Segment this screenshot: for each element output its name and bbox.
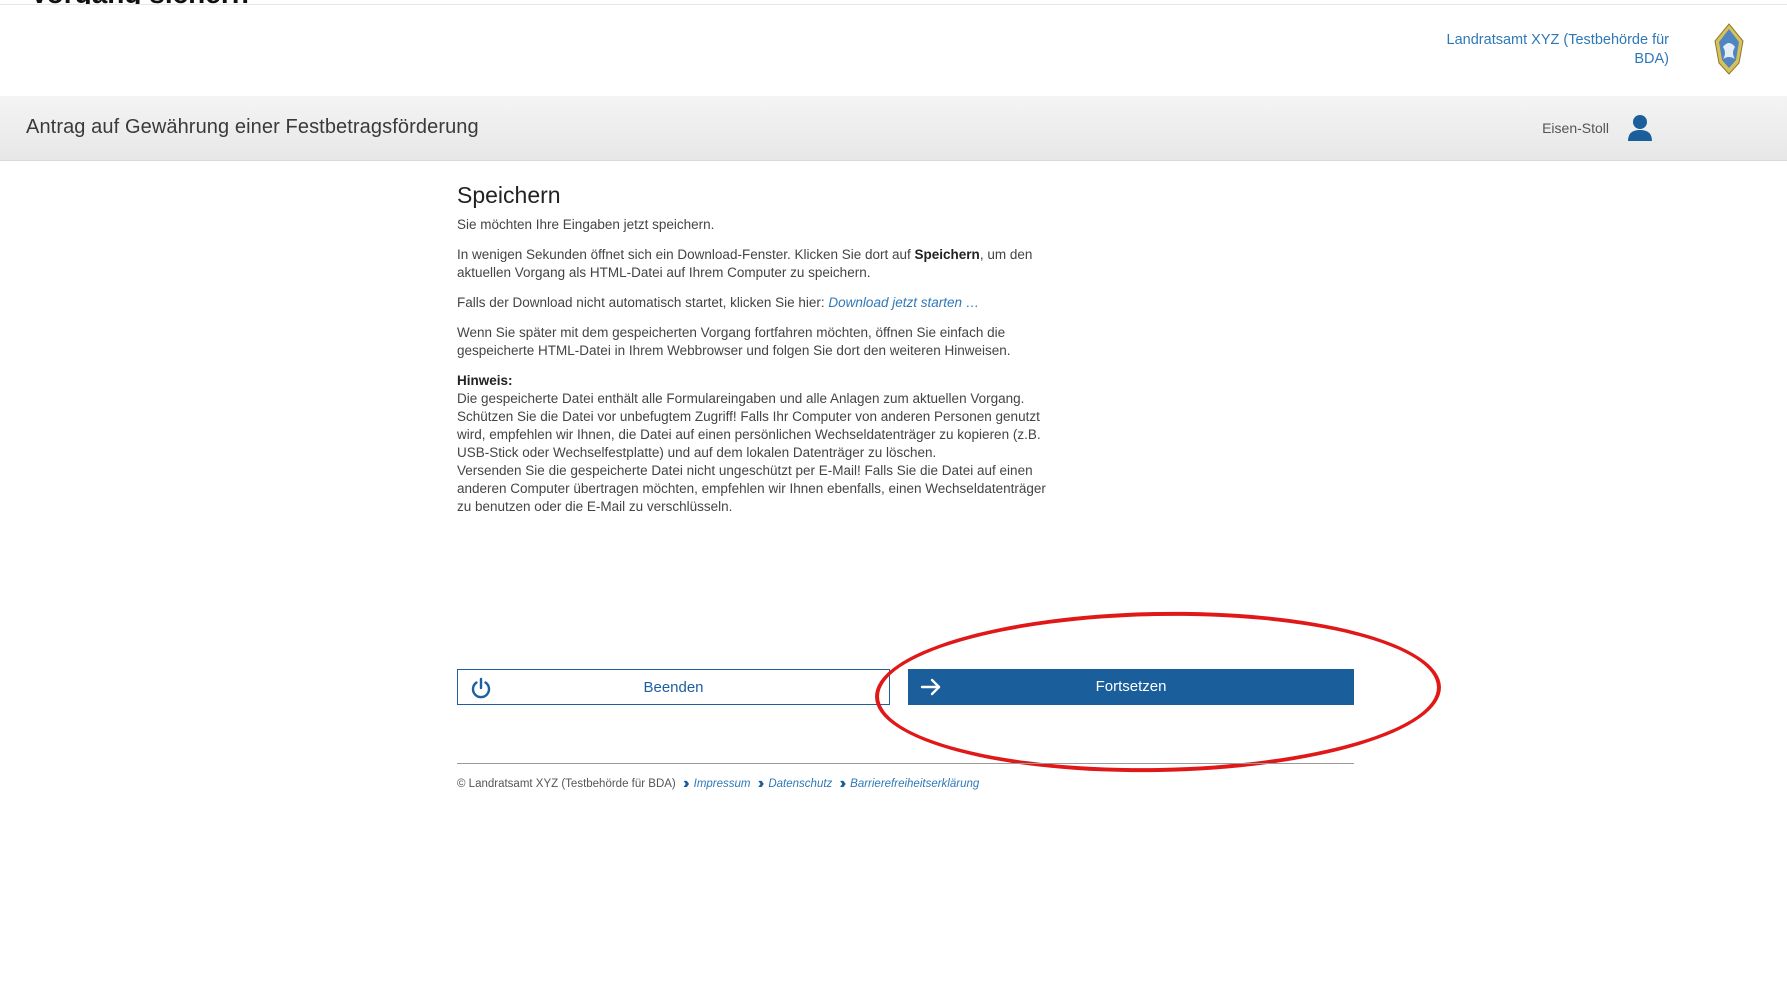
title-bar: Antrag auf Gewährung einer Festbetragsfö… xyxy=(0,96,1787,161)
fallback-text: Falls der Download nicht automatisch sta… xyxy=(457,295,829,310)
page-title: Antrag auf Gewährung einer Festbetragsfö… xyxy=(26,116,479,138)
chevron-right-icon: ›› xyxy=(757,775,764,792)
top-header: Landratsamt XYZ (Testbehörde für BDA) xyxy=(0,4,1787,97)
resume-info: Wenn Sie später mit dem gespeicherten Vo… xyxy=(457,325,1011,358)
footer: © Landratsamt XYZ (Testbehörde für BDA) … xyxy=(457,775,979,793)
main-content: Speichern Sie möchten Ihre Eingaben jetz… xyxy=(457,182,1057,516)
end-button-label: Beenden xyxy=(643,679,704,696)
chevron-right-icon: ›› xyxy=(839,775,846,792)
crest-icon xyxy=(1714,23,1744,75)
intro-text: Sie möchten Ihre Eingaben jetzt speicher… xyxy=(457,217,715,232)
hint-title: Hinweis: xyxy=(457,373,513,388)
annotation-ellipse xyxy=(873,607,1443,777)
user-icon[interactable] xyxy=(1627,114,1653,142)
download-start-link[interactable]: Download jetzt starten … xyxy=(828,295,979,310)
footer-divider xyxy=(457,763,1354,764)
chevron-right-icon: ›› xyxy=(682,775,689,792)
save-keyword: Speichern xyxy=(914,247,980,262)
authority-name[interactable]: Landratsamt XYZ (Testbehörde für BDA) xyxy=(1429,31,1669,69)
fallback-download: Falls der Download nicht automatisch sta… xyxy=(457,294,1057,312)
footer-link-impressum[interactable]: Impressum xyxy=(694,778,751,790)
footer-link-datenschutz[interactable]: Datenschutz xyxy=(768,778,832,790)
section-heading: Speichern xyxy=(457,182,561,208)
hint-text-1: Die gespeicherte Datei enthält alle Form… xyxy=(457,391,1041,460)
user-name[interactable]: Eisen-Stoll xyxy=(1542,120,1609,136)
end-button[interactable]: Beenden xyxy=(457,669,890,705)
footer-link-barrierefreiheit[interactable]: Barrierefreiheitserklärung xyxy=(850,778,979,790)
download-info: In wenigen Sekunden öffnet sich ein Down… xyxy=(457,246,1057,282)
footer-copyright: © Landratsamt XYZ (Testbehörde für BDA) xyxy=(457,778,676,790)
download-info-text: In wenigen Sekunden öffnet sich ein Down… xyxy=(457,247,915,262)
hint-text-2: Versenden Sie die gespeicherte Datei nic… xyxy=(457,463,1046,514)
